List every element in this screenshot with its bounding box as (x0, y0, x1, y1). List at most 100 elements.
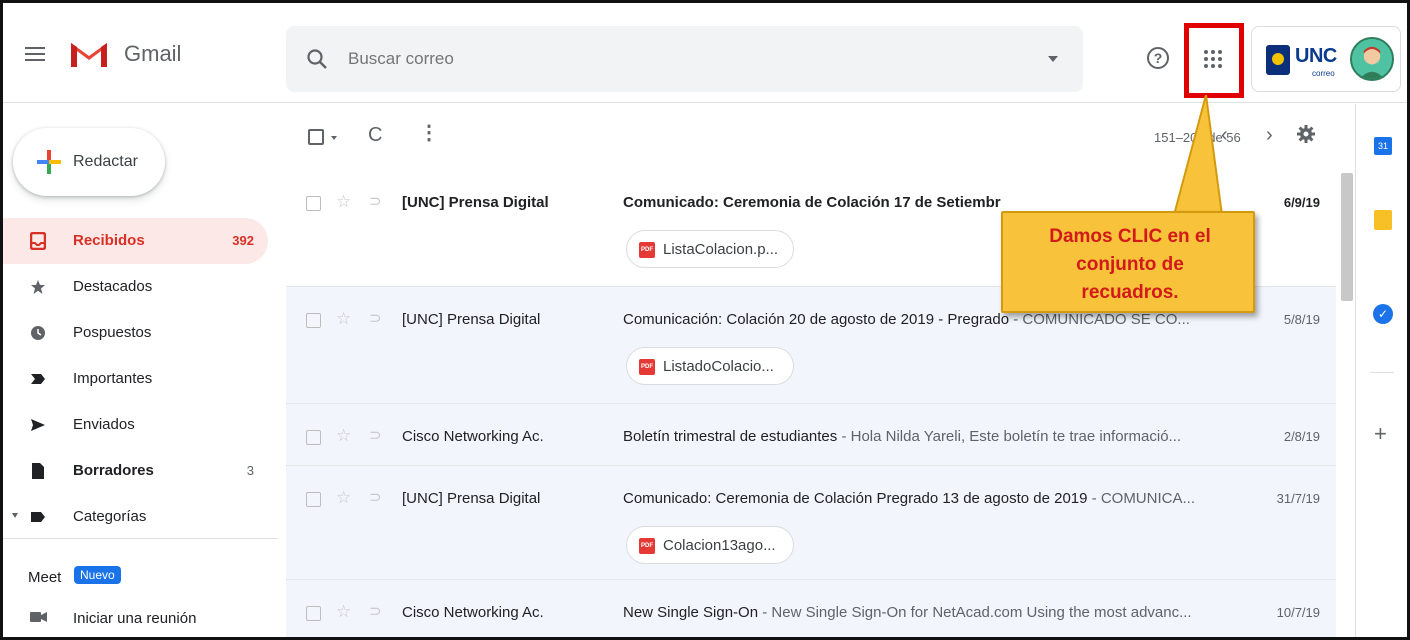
callout-line: recuadros. (1081, 282, 1179, 303)
top-header: Gmail ? UNC correo (3, 3, 1407, 103)
clock-icon (31, 326, 45, 340)
table-row[interactable]: ☆ ⊃ [UNC] Prensa Digital Comunicado: Cer… (286, 466, 1336, 580)
sidebar-item-label: Enviados (73, 416, 135, 433)
google-apps-grid-icon[interactable] (1204, 50, 1222, 68)
row-checkbox[interactable] (306, 430, 321, 445)
row-checkbox[interactable] (306, 606, 321, 621)
callout-line: Damos CLIC en el (1049, 226, 1211, 247)
email-date: 10/7/19 (1276, 605, 1320, 620)
callout-line: conjunto de (1076, 254, 1184, 275)
gear-icon[interactable] (1296, 124, 1316, 144)
important-marker-icon[interactable]: ⊃ (369, 309, 382, 327)
divider (1370, 372, 1394, 373)
email-text: Comunicado: Ceremonia de Colación Pregra… (623, 490, 1243, 507)
attachment-chip[interactable]: PDF Colacion13ago... (626, 526, 794, 564)
pdf-icon: PDF (639, 359, 655, 375)
star-icon[interactable]: ☆ (336, 192, 351, 212)
more-options-icon[interactable]: ⋮ (419, 123, 439, 143)
email-sender: [UNC] Prensa Digital (402, 311, 541, 328)
meet-section-title: Meet (28, 569, 62, 586)
folder-nav: Recibidos 392 Destacados Pospuestos Impo… (3, 218, 268, 540)
divider (3, 538, 278, 539)
refresh-icon[interactable]: C (368, 124, 382, 147)
email-text: Comunicado: Ceremonia de Colación 17 de … (623, 194, 1243, 211)
star-icon[interactable]: ☆ (336, 309, 351, 329)
star-icon[interactable]: ☆ (336, 488, 351, 508)
screenshot-frame: Gmail ? UNC correo (0, 0, 1410, 640)
email-date: 2/8/19 (1283, 429, 1320, 444)
important-marker-icon[interactable]: ⊃ (369, 602, 382, 620)
meet-new-badge: Nuevo (74, 566, 121, 584)
pdf-icon: PDF (639, 538, 655, 554)
keep-icon[interactable] (1374, 210, 1392, 230)
expand-caret-icon[interactable] (12, 513, 18, 518)
table-row[interactable]: ☆ ⊃ Cisco Networking Ac. Boletín trimest… (286, 404, 1336, 466)
tasks-icon[interactable]: ✓ (1373, 304, 1393, 324)
pdf-icon: PDF (639, 242, 655, 258)
sidebar-item-label: Importantes (73, 370, 153, 387)
row-checkbox[interactable] (306, 313, 321, 328)
account-switcher[interactable]: UNC correo (1251, 26, 1401, 92)
star-icon[interactable]: ☆ (336, 602, 351, 622)
email-snippet: - Hola Nilda Yareli, Este boletín te tra… (837, 428, 1182, 445)
email-sender: [UNC] Prensa Digital (402, 490, 541, 507)
attachment-name: Colacion13ago... (663, 537, 776, 554)
sidebar-item-starred[interactable]: Destacados (3, 264, 268, 310)
unc-crest-logo-icon (1266, 45, 1290, 75)
label-icon (31, 512, 45, 522)
account-org-sub: correo (1312, 69, 1335, 78)
sidebar-item-important[interactable]: Importantes (3, 356, 268, 402)
sidebar-item-label: Recibidos (73, 232, 145, 249)
list-scrollbar[interactable] (1341, 173, 1353, 301)
star-icon[interactable]: ☆ (336, 426, 351, 446)
important-marker-icon[interactable]: ⊃ (369, 426, 382, 444)
search-bar[interactable] (286, 26, 1083, 92)
select-dropdown-icon[interactable] (331, 136, 337, 140)
attachment-name: ListaColacion.p... (663, 241, 779, 258)
account-org-name: UNC (1295, 45, 1337, 67)
sidebar-item-inbox[interactable]: Recibidos 392 (3, 218, 268, 264)
gmail-logo-icon[interactable] (69, 39, 109, 69)
main-menu-icon[interactable] (25, 47, 45, 61)
sidebar-item-categories[interactable]: Categorías (3, 494, 268, 540)
table-row[interactable]: ☆ ⊃ Cisco Networking Ac. New Single Sign… (286, 580, 1336, 637)
important-marker-icon[interactable]: ⊃ (369, 192, 382, 210)
calendar-icon[interactable]: 31 (1374, 137, 1392, 155)
attachment-name: ListadoColacio... (663, 358, 774, 375)
row-checkbox[interactable] (306, 492, 321, 507)
search-input[interactable] (348, 46, 948, 72)
search-options-dropdown-icon[interactable] (1048, 56, 1058, 62)
left-sidebar: Redactar Recibidos 392 Destacados Pospue… (3, 104, 278, 637)
attachment-chip[interactable]: PDF ListaColacion.p... (626, 230, 794, 268)
meet-start-meeting[interactable]: Iniciar una reunión (3, 600, 268, 637)
row-checkbox[interactable] (306, 196, 321, 211)
compose-plus-icon (37, 150, 61, 174)
next-page-icon[interactable]: › (1266, 124, 1273, 147)
sidebar-item-sent[interactable]: Enviados (3, 402, 268, 448)
email-sender: Cisco Networking Ac. (402, 428, 544, 445)
email-text: Boletín trimestral de estudiantes - Hola… (623, 428, 1243, 445)
email-snippet: - New Single Sign-On for NetAcad.com Usi… (758, 604, 1192, 621)
email-subject: Comunicado: Ceremonia de Colación Pregra… (623, 490, 1088, 507)
video-camera-icon (30, 612, 47, 622)
app-name: Gmail (124, 41, 182, 66)
sidebar-item-drafts[interactable]: Borradores 3 (3, 448, 268, 494)
help-icon[interactable]: ? (1147, 47, 1169, 69)
side-panel: 31 ✓ + (1355, 104, 1407, 637)
email-subject: Comunicación: Colación 20 de agosto de 2… (623, 311, 1010, 328)
sidebar-item-snoozed[interactable]: Pospuestos (3, 310, 268, 356)
email-text: New Single Sign-On - New Single Sign-On … (623, 604, 1243, 621)
add-addon-icon[interactable]: + (1374, 421, 1387, 447)
select-all-checkbox[interactable] (308, 129, 324, 145)
draft-icon (32, 463, 44, 479)
avatar[interactable] (1350, 37, 1394, 81)
email-subject: Comunicado: Ceremonia de Colación 17 de … (623, 194, 1001, 211)
important-marker-icon[interactable]: ⊃ (369, 488, 382, 506)
callout-pointer (1172, 95, 1224, 215)
compose-button[interactable]: Redactar (13, 128, 165, 196)
email-date: 31/7/19 (1276, 491, 1320, 506)
sidebar-item-count: 392 (232, 233, 254, 248)
search-icon[interactable] (306, 48, 328, 70)
meet-start-label: Iniciar una reunión (73, 610, 197, 627)
attachment-chip[interactable]: PDF ListadoColacio... (626, 347, 794, 385)
